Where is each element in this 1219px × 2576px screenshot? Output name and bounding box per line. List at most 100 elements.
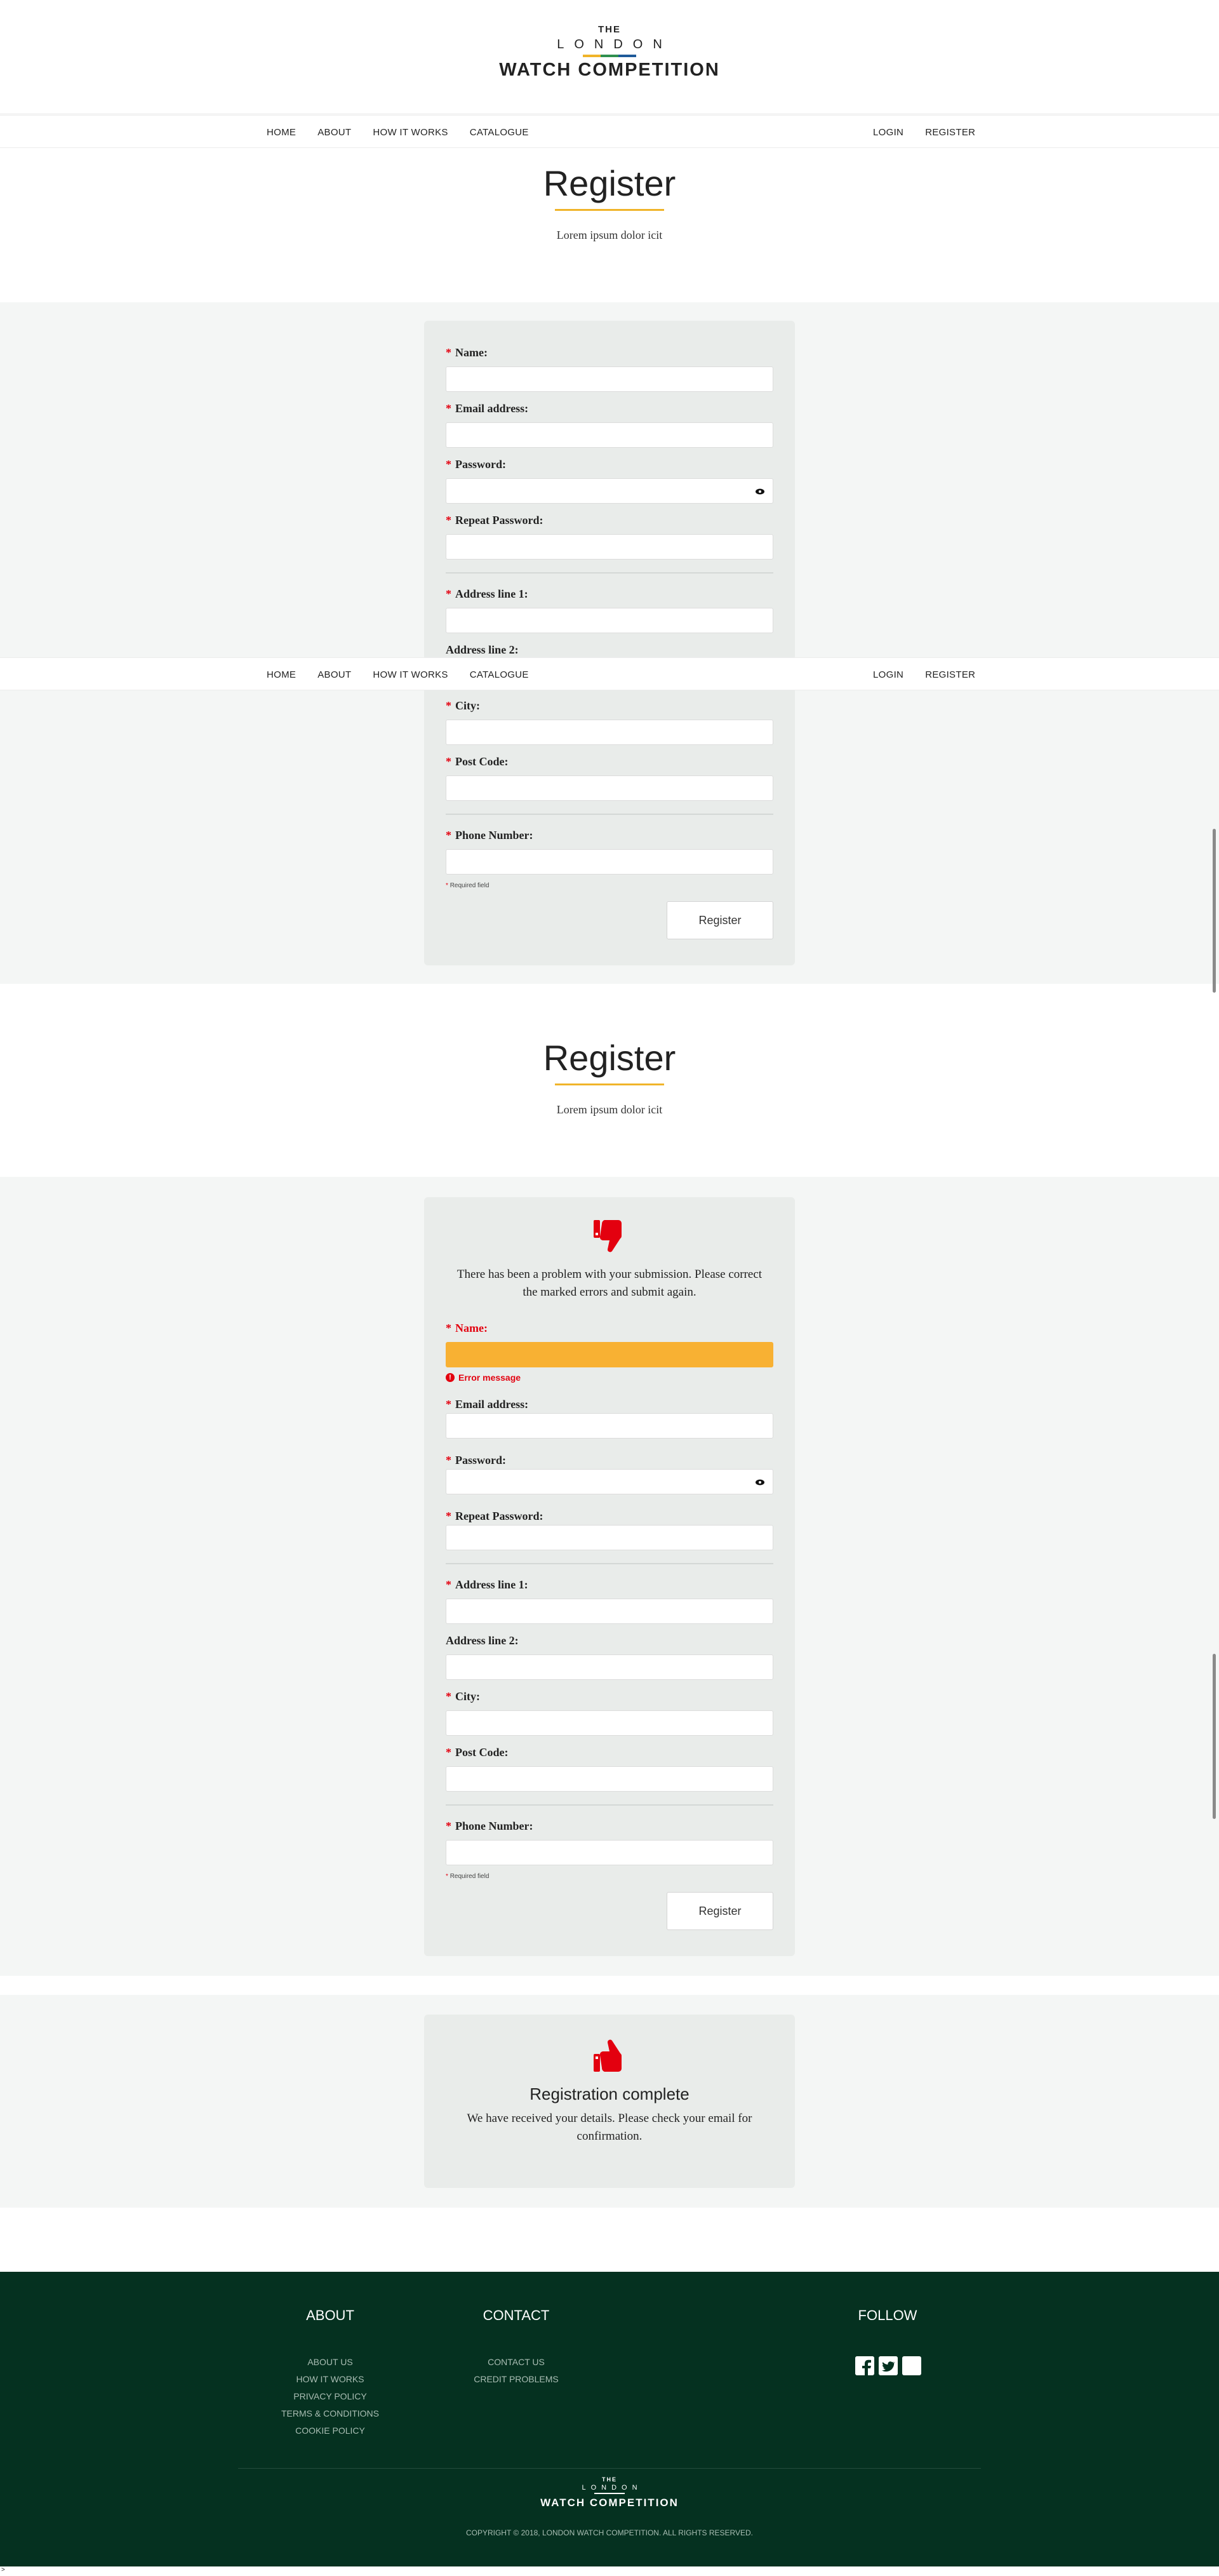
site-logo[interactable]: THE LONDON WATCH COMPETITION	[0, 24, 1219, 81]
title-underline	[555, 1083, 664, 1085]
address1-label: * Address line 1:	[446, 1578, 528, 1591]
page-title: Register	[543, 163, 676, 203]
address2-input[interactable]	[446, 1654, 773, 1680]
site-header: THE LONDON WATCH COMPETITION	[0, 0, 1219, 114]
repeat-password-label: * Repeat Password:	[446, 514, 543, 527]
footer-link-cookie[interactable]: COOKIE POLICY	[267, 2425, 394, 2436]
name-input[interactable]	[446, 366, 773, 392]
registration-success-card: Registration complete We have received y…	[424, 2015, 795, 2188]
main-nav: HOME ABOUT HOW IT WORKS CATALOGUE LOGIN …	[0, 115, 1219, 148]
address1-label: * Address line 1:	[446, 587, 528, 600]
nav-catalogue[interactable]: CATALOGUE	[470, 669, 529, 680]
phone-input[interactable]	[446, 1840, 773, 1865]
postcode-label: * Post Code:	[446, 755, 509, 768]
footer-contact-title: CONTACT	[483, 2307, 550, 2323]
eye-icon[interactable]	[755, 1477, 765, 1487]
password-label: * Password:	[446, 458, 506, 471]
logo-the: THE	[598, 24, 621, 35]
email-input[interactable]	[446, 1413, 773, 1439]
register-intro: Register Lorem ipsum dolor icit	[0, 1037, 1219, 1117]
form-divider	[446, 572, 773, 574]
phone-input[interactable]	[446, 849, 773, 875]
eye-icon[interactable]	[755, 486, 765, 497]
nav-catalogue[interactable]: CATALOGUE	[470, 127, 529, 138]
logo-wordmark: WATCH COMPETITION	[540, 2497, 679, 2509]
nav-register[interactable]: REGISTER	[925, 669, 975, 680]
phone-label: * Phone Number:	[446, 829, 533, 842]
footer-follow-title: FOLLOW	[858, 2307, 917, 2323]
copyright-text: COPYRIGHT © 2018, LONDON WATCH COMPETITI…	[465, 2528, 754, 2537]
address2-label: Address line 2:	[446, 643, 519, 656]
password-input[interactable]	[446, 478, 773, 504]
address1-input[interactable]	[446, 608, 773, 633]
nav-how-it-works[interactable]: HOW IT WORKS	[373, 669, 448, 680]
required-field-note: * Required field	[446, 882, 490, 889]
city-label: * City:	[446, 1690, 480, 1703]
footer-divider	[238, 2468, 981, 2469]
sticky-nav: HOME ABOUT HOW IT WORKS CATALOGUE LOGIN …	[0, 657, 1219, 690]
nav-home[interactable]: HOME	[267, 127, 296, 138]
thumbs-up-icon	[594, 2039, 622, 2072]
nav-about[interactable]: ABOUT	[317, 127, 351, 138]
required-field-note: * Required field	[446, 1873, 490, 1880]
logo-the: THE	[602, 2476, 617, 2483]
register-form-card-error: There has been a problem with your submi…	[424, 1197, 795, 1956]
postcode-label: * Post Code:	[446, 1746, 509, 1759]
page-title: Register	[543, 1038, 676, 1078]
logo-wordmark: WATCH COMPETITION	[499, 60, 720, 80]
nav-about[interactable]: ABOUT	[317, 669, 351, 680]
city-input[interactable]	[446, 1710, 773, 1736]
register-intro: Register Lorem ipsum dolor icit	[0, 163, 1219, 242]
twitter-icon[interactable]	[879, 2356, 898, 2375]
scrollbar-thumb[interactable]	[1213, 829, 1216, 993]
name-input-error[interactable]	[446, 1342, 773, 1367]
site-footer: ABOUT ABOUT US HOW IT WORKS PRIVACY POLI…	[0, 2272, 1219, 2566]
page-subtitle: Lorem ipsum dolor icit	[556, 229, 663, 241]
footer-link-terms[interactable]: TERMS & CONDITIONS	[267, 2408, 394, 2418]
repeat-password-input[interactable]	[446, 534, 773, 560]
email-label: * Email address:	[446, 1398, 529, 1411]
footer-link-contact-us[interactable]: CONTACT US	[453, 2357, 580, 2367]
city-label: * City:	[446, 699, 480, 712]
footer-link-how-it-works[interactable]: HOW IT WORKS	[267, 2374, 394, 2384]
password-input[interactable]	[446, 1469, 773, 1494]
footer-logo[interactable]: THE LONDON WATCH COMPETITION	[0, 2476, 1219, 2509]
scrollbar-thumb[interactable]	[1213, 1654, 1216, 1819]
email-label: * Email address:	[446, 402, 529, 415]
name-label-error: * Name:	[446, 1322, 488, 1334]
register-button[interactable]: Register	[667, 1892, 773, 1930]
register-button[interactable]: Register	[667, 901, 773, 939]
nav-home[interactable]: HOME	[267, 669, 296, 680]
form-divider	[446, 814, 773, 815]
postcode-input[interactable]	[446, 775, 773, 801]
footer-link-privacy[interactable]: PRIVACY POLICY	[267, 2391, 394, 2401]
nav-register[interactable]: REGISTER	[925, 127, 975, 138]
name-label: * Name:	[446, 346, 488, 359]
error-icon: !	[446, 1373, 455, 1382]
city-input[interactable]	[446, 720, 773, 745]
postcode-input[interactable]	[446, 1766, 773, 1792]
repeat-password-input[interactable]	[446, 1525, 773, 1550]
success-message: We have received your details. Please ch…	[467, 2112, 752, 2143]
nav-login[interactable]: LOGIN	[873, 127, 903, 138]
page-bottom-bar	[0, 2566, 1219, 2576]
logo-london: LONDON	[557, 37, 672, 51]
address1-input[interactable]	[446, 1599, 773, 1624]
instagram-icon[interactable]	[902, 2356, 921, 2375]
facebook-icon[interactable]	[855, 2356, 874, 2375]
logo-london: LONDON	[582, 2484, 643, 2492]
phone-label: * Phone Number:	[446, 1820, 533, 1832]
password-label: * Password:	[446, 1454, 506, 1466]
footer-link-credit-problems[interactable]: CREDIT PROBLEMS	[453, 2374, 580, 2384]
email-input[interactable]	[446, 422, 773, 448]
success-title: Registration complete	[530, 2084, 689, 2103]
footer-about-title: ABOUT	[306, 2307, 354, 2323]
form-divider	[446, 1563, 773, 1564]
nav-how-it-works[interactable]: HOW IT WORKS	[373, 127, 448, 138]
nav-login[interactable]: LOGIN	[873, 669, 903, 680]
register-form-card: * Name: * Email address: * Password: * Repea…	[424, 321, 795, 965]
footer-link-about-us[interactable]: ABOUT US	[267, 2357, 394, 2367]
logo-stripe	[594, 2493, 625, 2494]
form-divider	[446, 1804, 773, 1806]
page-subtitle: Lorem ipsum dolor icit	[556, 1103, 663, 1116]
